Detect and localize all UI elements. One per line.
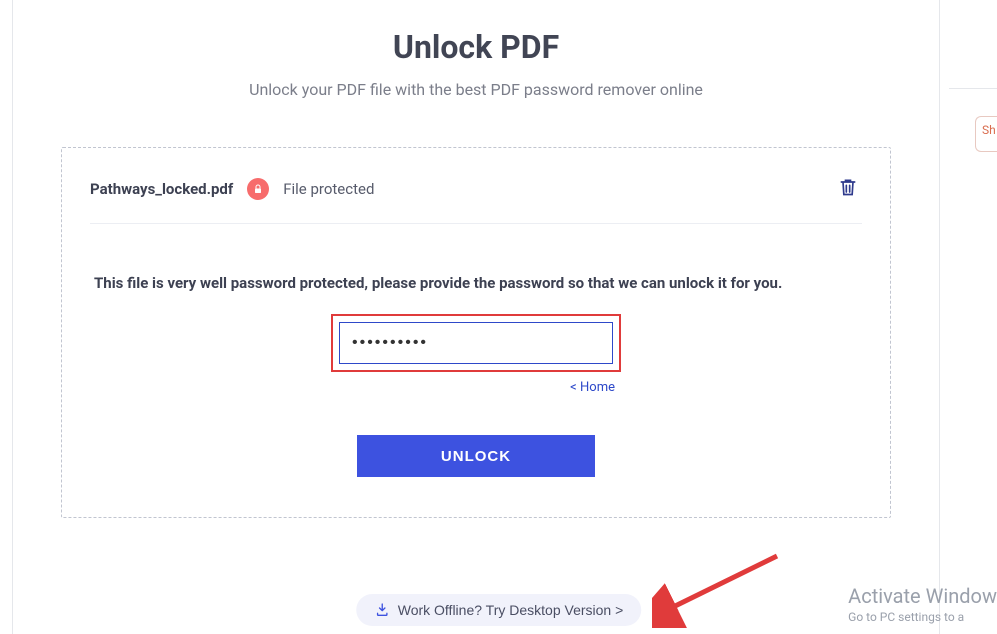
right-separator [949, 88, 997, 89]
file-status: File protected [283, 180, 374, 198]
trash-icon [838, 176, 858, 198]
share-tab[interactable]: Sh [975, 116, 997, 152]
page-title: Unlock PDF [13, 28, 939, 66]
password-highlight-box [331, 314, 621, 372]
password-input[interactable] [339, 322, 613, 364]
delete-button[interactable] [834, 172, 862, 205]
offline-button[interactable]: Work Offline? Try Desktop Version > [356, 594, 642, 626]
unlock-button[interactable]: UNLOCK [357, 435, 595, 477]
file-row: Pathways_locked.pdf File protected [90, 172, 862, 224]
instruction-text: This file is very well password protecte… [90, 274, 862, 292]
arrow-annotation-icon [652, 548, 792, 628]
download-icon [374, 602, 390, 618]
page-subtitle: Unlock your PDF file with the best PDF p… [13, 80, 939, 99]
file-name: Pathways_locked.pdf [90, 180, 233, 198]
lock-icon [247, 178, 269, 200]
home-link[interactable]: < Home [331, 380, 621, 395]
file-card: Pathways_locked.pdf File protected This … [61, 147, 891, 518]
offline-label: Work Offline? Try Desktop Version > [398, 602, 624, 618]
